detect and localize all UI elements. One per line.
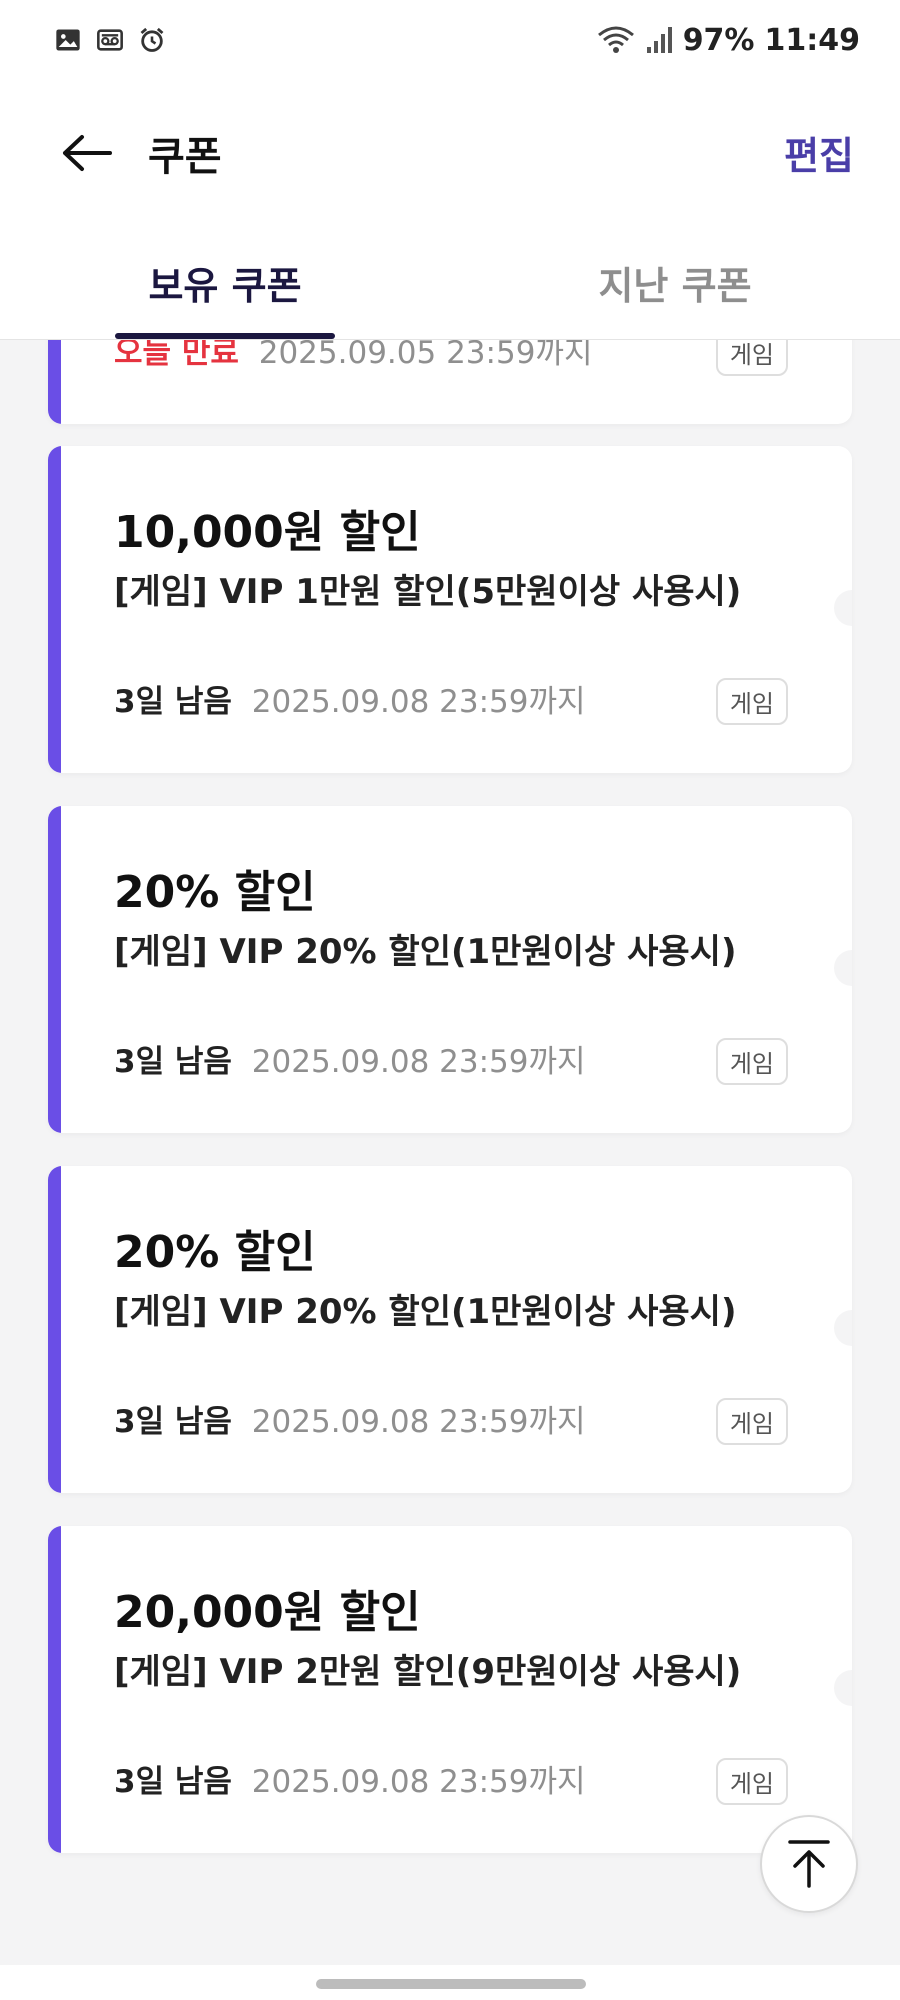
category-tag: 게임 — [715, 678, 788, 725]
status-left-icons — [54, 26, 166, 54]
category-tag: 게임 — [715, 1038, 788, 1085]
coupon-card[interactable]: 10,000원 할인 [게임] VIP 1만원 할인(5만원이상 사용시) 3일… — [48, 446, 852, 773]
home-gesture-handle[interactable] — [316, 1979, 586, 1989]
coupon-card[interactable]: 20% 할인 [게임] VIP 20% 할인(1만원이상 사용시) 3일 남음 … — [48, 806, 852, 1133]
card-accent — [48, 446, 61, 773]
coupon-description: [게임] VIP 2만원 할인(9만원이상 사용시) — [114, 1652, 742, 1692]
days-left: 3일 남음 — [114, 1044, 232, 1080]
coupon-amount: 10,000원 할인 — [114, 507, 421, 558]
status-bar: 97% 11:49 — [0, 0, 900, 80]
expire-date: 2025.09.08 23:59까지 — [251, 1404, 586, 1440]
category-tag: 게임 — [715, 1758, 788, 1805]
tab-label: 보유 쿠폰 — [148, 263, 302, 308]
clock: 11:49 — [764, 22, 861, 58]
coupon-footer: 오늘 만료 2025.09.05 23:59까지 — [114, 340, 592, 372]
card-accent — [48, 806, 61, 1133]
card-notch — [834, 590, 852, 626]
app-bar: 쿠폰 편집 — [0, 80, 900, 225]
active-tab-indicator — [115, 333, 335, 339]
coupon-description: [게임] VIP 20% 할인(1만원이상 사용시) — [114, 932, 737, 972]
expire-date: 2025.09.08 23:59까지 — [251, 684, 586, 720]
coupon-card[interactable]: 오늘 만료 2025.09.05 23:59까지 게임 — [48, 340, 852, 424]
card-notch — [834, 950, 852, 986]
days-left: 3일 남음 — [114, 1764, 232, 1800]
card-accent — [48, 340, 61, 424]
coupon-card[interactable]: 20,000원 할인 [게임] VIP 2만원 할인(9만원이상 사용시) 3일… — [48, 1526, 852, 1853]
card-notch — [834, 1310, 852, 1346]
edit-button[interactable]: 편집 — [784, 125, 854, 180]
coupon-footer: 3일 남음 2025.09.08 23:59까지 — [114, 676, 586, 721]
tab-past-coupons[interactable]: 지난 쿠폰 — [450, 225, 900, 339]
signal-icon — [646, 27, 672, 53]
battery-level: 97% — [682, 22, 755, 58]
expire-date: 2025.09.05 23:59까지 — [258, 340, 593, 371]
voicemail-icon — [97, 29, 123, 51]
arrow-left-icon — [63, 134, 112, 171]
status-right: 97% 11:49 — [597, 23, 860, 58]
arrow-up-to-top-icon — [788, 1840, 830, 1888]
expire-date: 2025.09.08 23:59까지 — [251, 1044, 586, 1080]
card-accent — [48, 1526, 61, 1853]
coupon-description: [게임] VIP 1만원 할인(5만원이상 사용시) — [114, 572, 742, 612]
days-left: 3일 남음 — [114, 684, 232, 720]
alarm-icon — [140, 27, 164, 52]
coupon-footer: 3일 남음 2025.09.08 23:59까지 — [114, 1756, 586, 1801]
coupon-card[interactable]: 20% 할인 [게임] VIP 20% 할인(1만원이상 사용시) 3일 남음 … — [48, 1166, 852, 1493]
image-icon — [56, 29, 80, 51]
category-tag: 게임 — [715, 340, 788, 376]
tab-bar: 보유 쿠폰 지난 쿠폰 — [0, 225, 900, 340]
coupon-amount: 20% 할인 — [114, 867, 316, 918]
days-left: 오늘 만료 — [114, 340, 239, 371]
card-accent — [48, 1166, 61, 1493]
coupon-footer: 3일 남음 2025.09.08 23:59까지 — [114, 1396, 586, 1441]
days-left: 3일 남음 — [114, 1404, 232, 1440]
coupon-list[interactable]: 오늘 만료 2025.09.05 23:59까지 게임 10,000원 할인 [… — [0, 340, 900, 1965]
coupon-description: [게임] VIP 20% 할인(1만원이상 사용시) — [114, 1292, 737, 1332]
scroll-to-top-button[interactable] — [760, 1815, 858, 1913]
category-tag: 게임 — [715, 1398, 788, 1445]
tab-owned-coupons[interactable]: 보유 쿠폰 — [0, 225, 450, 339]
page-title: 쿠폰 — [148, 133, 222, 180]
card-notch — [834, 1670, 852, 1706]
expire-date: 2025.09.08 23:59까지 — [251, 1764, 586, 1800]
tab-label: 지난 쿠폰 — [598, 263, 752, 308]
back-button[interactable] — [58, 125, 114, 181]
navigation-bar — [0, 1965, 900, 2000]
coupon-amount: 20% 할인 — [114, 1227, 316, 1278]
wifi-icon — [597, 26, 634, 53]
coupon-footer: 3일 남음 2025.09.08 23:59까지 — [114, 1036, 586, 1081]
coupon-amount: 20,000원 할인 — [114, 1587, 421, 1638]
